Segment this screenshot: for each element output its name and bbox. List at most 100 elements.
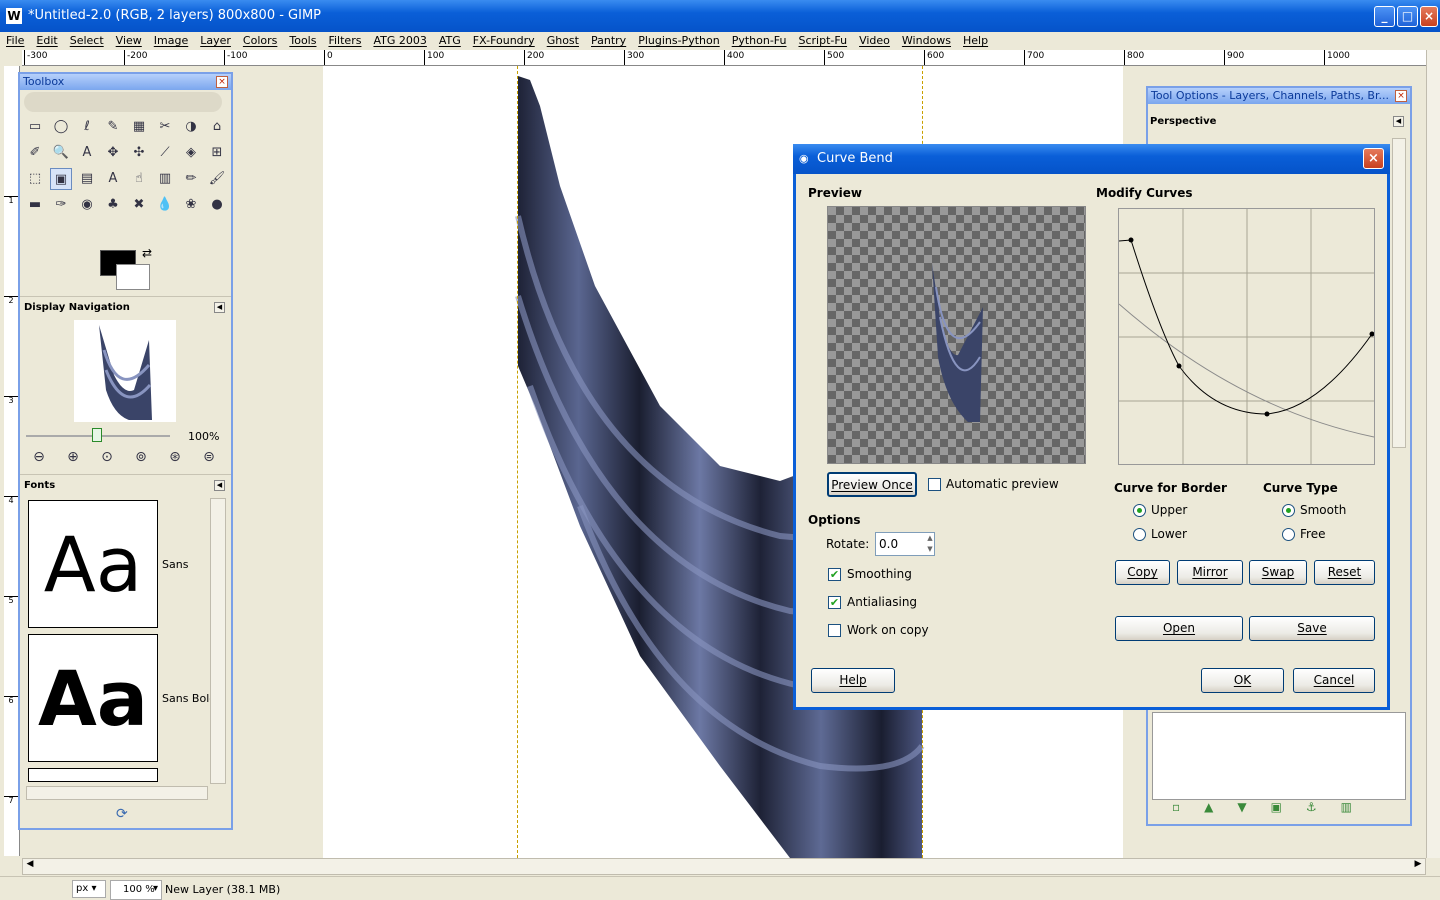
upper-radio[interactable] (1133, 504, 1146, 517)
lower-radio[interactable] (1133, 528, 1146, 541)
menu-arrow-icon[interactable]: ◀ (214, 302, 225, 313)
reset-button[interactable]: Reset (1314, 560, 1375, 585)
lasso-icon[interactable]: ℓ (76, 116, 98, 138)
free-radio[interactable] (1282, 528, 1295, 541)
menu-item[interactable]: Edit (30, 32, 63, 49)
smoothing-label[interactable]: Smoothing (847, 567, 912, 581)
dock-scrollbar[interactable] (1392, 138, 1406, 448)
menu-item[interactable]: Colors (237, 32, 283, 49)
menu-item[interactable]: Layer (194, 32, 237, 49)
zoom-icon[interactable]: ⊜ (198, 446, 220, 468)
fuzzy-select-icon[interactable]: ✎ (102, 116, 124, 138)
free-label[interactable]: Free (1300, 527, 1325, 541)
airbrush-icon[interactable]: ✑ (50, 194, 72, 216)
ellipse-select-icon[interactable]: ◯ (50, 116, 72, 138)
zoom-icon[interactable]: ⊚ (130, 446, 152, 468)
swap-button[interactable]: Swap (1249, 560, 1307, 585)
menu-arrow-icon[interactable]: ◀ (214, 480, 225, 491)
menu-item[interactable]: Windows (896, 32, 957, 49)
scroll-left-icon[interactable]: ◀ (23, 859, 37, 874)
menu-arrow-icon[interactable]: ◀ (1393, 116, 1404, 127)
horizontal-ruler[interactable]: -300 -200 -100 0 100 200 300 400 500 600 700 800 900… (22, 50, 1434, 66)
dialog-close-button[interactable]: × (1363, 148, 1384, 169)
antialiasing-label[interactable]: Antialiasing (847, 595, 917, 609)
menu-item[interactable]: Video (853, 32, 896, 49)
zoom-icon[interactable]: ⊖ (28, 446, 50, 468)
curve-editor[interactable] (1118, 208, 1375, 465)
horizontal-scrollbar[interactable]: ◀ ▶ (22, 858, 1426, 875)
menu-item[interactable]: Select (64, 32, 110, 49)
menu-item[interactable]: ATG 2003 (367, 32, 432, 49)
lower-label[interactable]: Lower (1151, 527, 1187, 541)
move-icon[interactable]: ✥ (102, 142, 124, 164)
save-button[interactable]: Save (1249, 616, 1375, 641)
rect-select-icon[interactable]: ▭ (24, 116, 46, 138)
ok-button[interactable]: OK (1201, 668, 1284, 693)
maximize-button[interactable]: □ (1397, 6, 1418, 27)
dodge-icon[interactable]: ● (206, 194, 228, 216)
flip-icon[interactable]: ▤ (76, 168, 98, 190)
align-icon[interactable]: ✣ (128, 142, 150, 164)
ink-icon[interactable]: ◉ (76, 194, 98, 216)
crop-icon[interactable]: ⟋ (154, 142, 176, 164)
help-button[interactable]: Help (811, 668, 895, 693)
text-icon[interactable]: A (102, 168, 124, 190)
zoom-icon[interactable]: ⊙ (96, 446, 118, 468)
background-color[interactable] (116, 264, 150, 290)
fonts-hscrollbar[interactable] (26, 786, 208, 800)
zoom-icon[interactable]: 🔍 (50, 142, 72, 164)
menu-item[interactable]: Filters (322, 32, 367, 49)
layers-list[interactable] (1152, 712, 1406, 800)
heal-icon[interactable]: ✖ (128, 194, 150, 216)
menu-item[interactable]: FX-Foundry (467, 32, 541, 49)
unit-select[interactable]: px ▾ (72, 880, 106, 898)
swap-colors-icon[interactable]: ⇄ (142, 246, 152, 260)
rotate-spinner[interactable]: ▲ ▼ (925, 533, 935, 555)
close-button[interactable]: × (1420, 6, 1438, 27)
font-sample[interactable]: Aa (28, 500, 158, 628)
menu-item[interactable]: View (110, 32, 148, 49)
menu-item[interactable]: ATG (433, 32, 467, 49)
measure-icon[interactable]: A (76, 142, 98, 164)
automatic-preview-checkbox[interactable] (928, 478, 941, 491)
preview-once-button[interactable]: Preview Once (827, 472, 917, 497)
work-on-copy-checkbox[interactable] (828, 624, 841, 637)
smooth-label[interactable]: Smooth (1300, 503, 1346, 517)
smooth-radio[interactable] (1282, 504, 1295, 517)
perspective-icon[interactable]: ▣ (50, 168, 72, 190)
font-name[interactable]: Sans Bold (162, 692, 210, 705)
foreground-select-icon[interactable]: ◑ (180, 116, 202, 138)
scissors-icon[interactable]: ✂ (154, 116, 176, 138)
zoom-slider-handle[interactable] (92, 428, 102, 442)
zoom-icon[interactable]: ⊕ (62, 446, 84, 468)
copy-button[interactable]: Copy (1115, 560, 1170, 585)
menu-item[interactable]: Python-Fu (726, 32, 793, 49)
minimize-button[interactable]: _ (1374, 6, 1395, 27)
navigation-preview[interactable] (74, 320, 176, 422)
close-icon[interactable]: × (1395, 90, 1407, 102)
work-on-copy-label[interactable]: Work on copy (847, 623, 929, 637)
antialiasing-checkbox[interactable]: ✔ (828, 596, 841, 609)
chevron-down-icon[interactable]: ▾ (153, 880, 158, 898)
paths-icon[interactable]: ⌂ (206, 116, 228, 138)
cancel-button[interactable]: Cancel (1293, 668, 1375, 693)
blur-icon[interactable]: 💧 (154, 194, 176, 216)
scroll-right-icon[interactable]: ▶ (1411, 859, 1425, 874)
smoothing-checkbox[interactable]: ✔ (828, 568, 841, 581)
automatic-preview-label[interactable]: Automatic preview (946, 477, 1059, 491)
vertical-scrollbar[interactable] (1426, 50, 1440, 858)
fonts-scrollbar[interactable] (210, 498, 226, 784)
font-sample[interactable]: Aa (28, 634, 158, 762)
font-name[interactable]: Sans (162, 558, 188, 571)
zoom-icon[interactable]: ⊛ (164, 446, 186, 468)
menu-item[interactable]: File (0, 32, 30, 49)
open-button[interactable]: Open (1115, 616, 1243, 641)
shear-icon[interactable]: ⬚ (24, 168, 46, 190)
menu-item[interactable]: Ghost (541, 32, 585, 49)
pencil-icon[interactable]: ✏ (180, 168, 202, 190)
bucket-fill-icon[interactable]: ☝ (128, 168, 150, 190)
scale-icon[interactable]: ⊞ (206, 142, 228, 164)
color-picker-icon[interactable]: ✐ (24, 142, 46, 164)
blend-icon[interactable]: ▥ (154, 168, 176, 190)
mirror-button[interactable]: Mirror (1177, 560, 1243, 585)
